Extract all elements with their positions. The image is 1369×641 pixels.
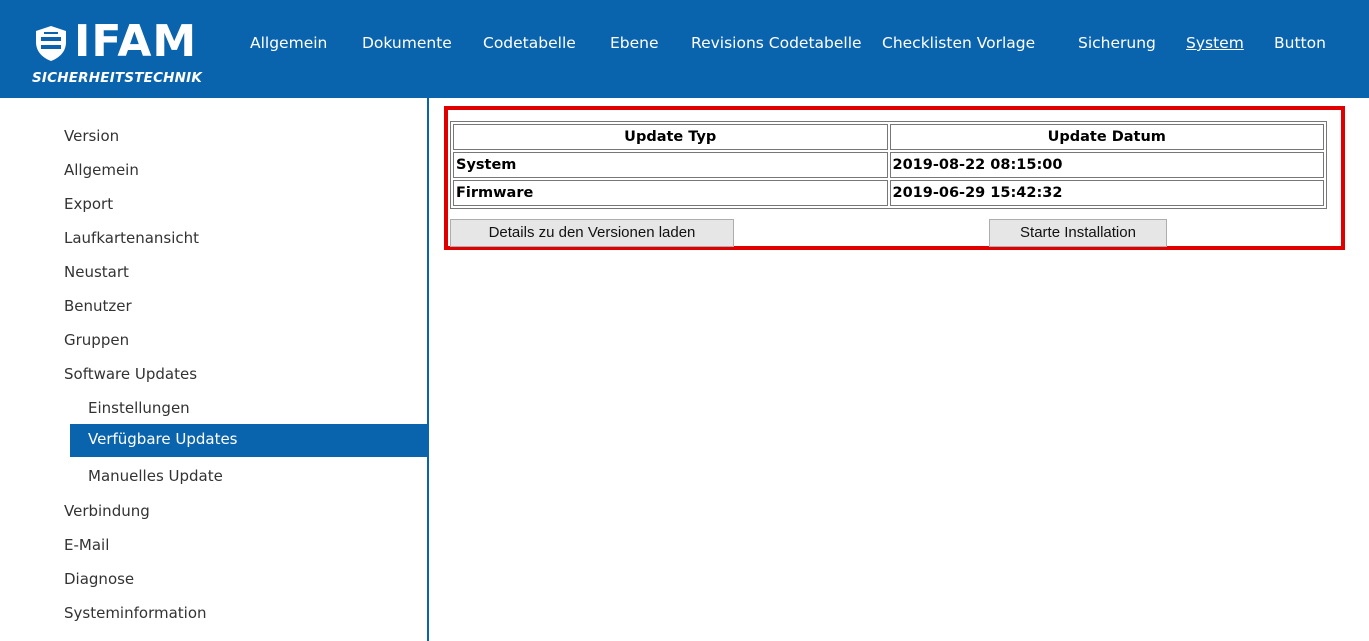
nav-item-sicherung[interactable]: Sicherung [1078, 34, 1156, 52]
sidebar-item-diagnose[interactable]: Diagnose [64, 570, 134, 588]
update-date-cell: 2019-08-22 08:15:00 [889, 152, 1324, 178]
sidebar-item-benutzer[interactable]: Benutzer [64, 297, 132, 315]
nav-item-revisions-codetabelle[interactable]: Revisions Codetabelle [691, 34, 862, 52]
nav-item-system[interactable]: System [1186, 34, 1244, 52]
sidebar: Version Allgemein Export Laufkartenansic… [0, 98, 427, 641]
shield-logo-icon [36, 26, 66, 61]
nav-item-button[interactable]: Button [1274, 34, 1326, 52]
sidebar-item-manuelles-update[interactable]: Manuelles Update [88, 467, 223, 485]
sidebar-item-laufkartenansicht[interactable]: Laufkartenansicht [64, 229, 199, 247]
column-header-update-datum: Update Datum [889, 124, 1324, 150]
updates-table: Update Typ Update Datum System 2019-08-2… [450, 121, 1327, 209]
table-row: System 2019-08-22 08:15:00 [453, 152, 1324, 178]
update-date-cell: 2019-06-29 15:42:32 [889, 180, 1324, 206]
sidebar-item-verbindung[interactable]: Verbindung [64, 502, 150, 520]
sidebar-item-gruppen[interactable]: Gruppen [64, 331, 129, 349]
brand-name: IFAM [74, 16, 198, 67]
nav-item-codetabelle[interactable]: Codetabelle [483, 34, 576, 52]
column-header-update-typ: Update Typ [453, 124, 888, 150]
sidebar-item-einstellungen[interactable]: Einstellungen [88, 399, 190, 417]
sidebar-item-systeminformation[interactable]: Systeminformation [64, 604, 207, 622]
nav-item-dokumente[interactable]: Dokumente [362, 34, 452, 52]
top-navigation-bar: IFAM SICHERHEITSTECHNIK Allgemein Dokume… [0, 0, 1369, 98]
sidebar-item-neustart[interactable]: Neustart [64, 263, 129, 281]
nav-item-ebene[interactable]: Ebene [610, 34, 659, 52]
sidebar-item-allgemein[interactable]: Allgemein [64, 161, 139, 179]
table-row: Firmware 2019-06-29 15:42:32 [453, 180, 1324, 206]
nav-item-checklisten-vorlage[interactable]: Checklisten Vorlage [882, 34, 1035, 52]
table-header-row: Update Typ Update Datum [453, 124, 1324, 150]
sidebar-item-version[interactable]: Version [64, 127, 119, 145]
brand-tagline: SICHERHEITSTECHNIK [32, 70, 203, 86]
sidebar-item-verfuegbare-updates[interactable]: Verfügbare Updates [88, 430, 238, 448]
start-installation-button[interactable]: Starte Installation [989, 219, 1167, 247]
load-version-details-button[interactable]: Details zu den Versionen laden [450, 219, 734, 247]
sidebar-item-software-updates[interactable]: Software Updates [64, 365, 197, 383]
nav-item-allgemein[interactable]: Allgemein [250, 34, 327, 52]
sidebar-item-email[interactable]: E-Mail [64, 536, 109, 554]
update-type-cell: Firmware [453, 180, 888, 206]
sidebar-item-export[interactable]: Export [64, 195, 113, 213]
sidebar-divider [427, 98, 429, 641]
update-type-cell: System [453, 152, 888, 178]
ifam-logo: IFAM SICHERHEITSTECHNIK [30, 18, 202, 88]
